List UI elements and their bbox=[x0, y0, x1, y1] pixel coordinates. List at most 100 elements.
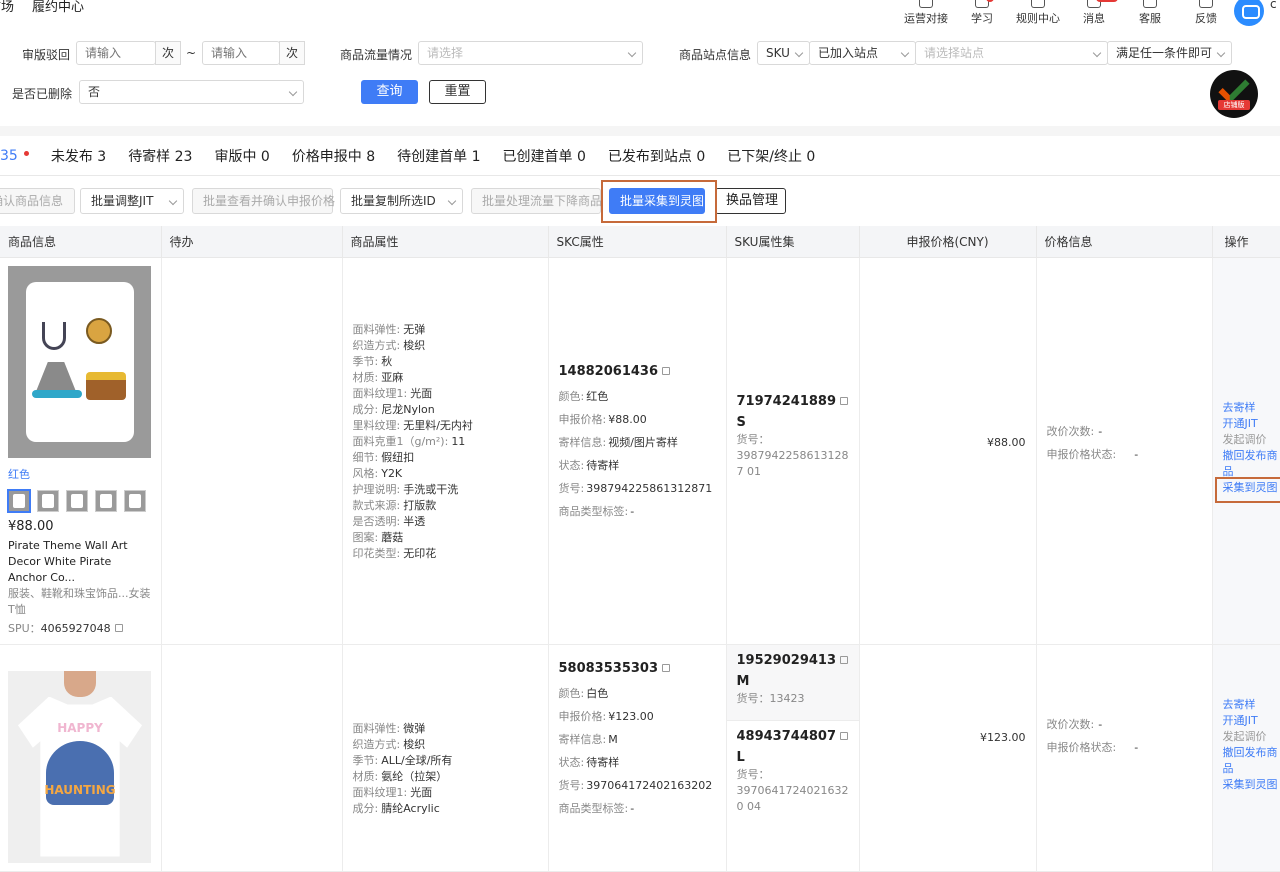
attribute-row: 材质: 氨纶（拉架） bbox=[352, 769, 448, 783]
thumbnail[interactable] bbox=[124, 489, 146, 512]
skc-detail-row: 颜色: 红色 bbox=[558, 389, 609, 403]
reset-button[interactable]: 重置 bbox=[429, 80, 486, 104]
chevron-down-icon bbox=[1216, 48, 1226, 58]
sku-size: L bbox=[736, 749, 745, 765]
learn-button[interactable]: 学习 bbox=[954, 0, 1010, 26]
skc-attrs-cell: 58083535303 颜色: 白色 申报价格: ¥123.00 寄样信息: M 状态: 待寄… bbox=[548, 644, 727, 872]
traffic-label: 商品流量情况 bbox=[340, 48, 413, 62]
traffic-select[interactable]: 请选择 bbox=[418, 41, 643, 65]
sku-type-select[interactable]: SKU bbox=[757, 41, 810, 65]
copy-icon[interactable] bbox=[840, 396, 848, 405]
tab-awaiting-sample[interactable]: 待寄样 23 bbox=[128, 146, 192, 166]
treasure-chest-icon bbox=[86, 371, 126, 400]
condition-select[interactable]: 满足任一条件即可 bbox=[1107, 41, 1232, 65]
batch-jit-select[interactable]: 批量调整JIT bbox=[80, 188, 184, 214]
chevron-down-icon bbox=[794, 48, 804, 58]
thumbnail[interactable] bbox=[66, 489, 88, 512]
attribute-row: 面料克重1（g/m²): 11 bbox=[352, 434, 466, 448]
skc-detail-list: 颜色: 白色 申报价格: ¥123.00 寄样信息: M 状态: 待寄样 货号: 39706417… bbox=[559, 682, 726, 820]
sku-attrs-cell: 71974241889 S 货号： 39879422586131287 01 bbox=[726, 257, 860, 645]
declared-price: ¥123.00 bbox=[980, 730, 1026, 744]
price-change-count: 改价次数: - bbox=[1046, 424, 1103, 438]
tab-all[interactable]: 35 bbox=[0, 148, 29, 164]
top-nav-market[interactable]: 市场 bbox=[0, 0, 14, 16]
messages-button[interactable]: 消息 bbox=[1066, 0, 1122, 26]
batch-traffic-button[interactable]: 批量处理流量下降商品 bbox=[471, 188, 602, 214]
withdraw-publish-link[interactable]: 撤回发布商品 bbox=[1223, 745, 1280, 777]
range-unit-to: 次 bbox=[279, 41, 305, 65]
color-variant-link[interactable]: 红色 bbox=[8, 466, 153, 482]
swap-manage-button[interactable]: 换品管理 bbox=[715, 188, 786, 214]
batch-view-price-button[interactable]: 批量查看并确认申报价格 bbox=[192, 188, 335, 214]
product-image[interactable] bbox=[8, 265, 151, 458]
copy-icon[interactable] bbox=[662, 663, 670, 672]
confirm-info-button[interactable]: 确认商品信息 bbox=[0, 188, 75, 214]
spu-id: SPU：4065927048 bbox=[8, 620, 153, 636]
copy-icon[interactable] bbox=[840, 731, 848, 740]
product-title[interactable]: Pirate Theme Wall Art Decor White Pirate… bbox=[8, 538, 153, 586]
tab-pending-first-order[interactable]: 待创建首单 1 bbox=[397, 146, 480, 166]
thumbnail[interactable] bbox=[8, 489, 30, 512]
actions-cell: 去寄样 开通JIT 发起调价 撤回发布商品 采集到灵图 bbox=[1212, 644, 1280, 872]
tab-in-review[interactable]: 审版中 0 bbox=[214, 146, 269, 166]
attribute-row: 面料纹理1: 光面 bbox=[352, 386, 433, 400]
review-reject-from-input[interactable] bbox=[76, 41, 156, 65]
tab-first-order-created[interactable]: 已创建首单 0 bbox=[503, 146, 586, 166]
site-status-select[interactable]: 已加入站点 bbox=[809, 41, 916, 65]
user-menu[interactable]: c bbox=[1234, 0, 1280, 26]
review-reject-to-input[interactable] bbox=[202, 41, 280, 65]
tab-price-declaring[interactable]: 价格申报中 8 bbox=[292, 146, 375, 166]
thumbnail[interactable] bbox=[37, 489, 59, 512]
withdraw-publish-link[interactable]: 撤回发布商品 bbox=[1223, 448, 1280, 480]
copy-icon[interactable] bbox=[662, 366, 670, 375]
range-separator: ~ bbox=[186, 46, 197, 60]
anchor-icon bbox=[42, 321, 66, 350]
status-tabs: 35 未发布 3 待寄样 23 审版中 0 价格申报中 8 待创建首单 1 已创… bbox=[0, 136, 1280, 176]
customer-service-button[interactable]: 客服 bbox=[1122, 0, 1178, 26]
print-text-bottom: HAUNTING bbox=[44, 782, 116, 797]
initiate-price-adjust-link[interactable]: 发起调价 bbox=[1223, 729, 1280, 745]
copy-icon[interactable] bbox=[114, 623, 123, 632]
site-select[interactable]: 请选择站点 bbox=[915, 41, 1108, 65]
attribute-list: 面料弹性: 微弹 织造方式: 梭织 季节: ALL/全球/所有 材质: 氨纶（拉架） 面料纹理1… bbox=[343, 645, 548, 817]
skc-detail-row: 商品类型标签: - bbox=[558, 504, 635, 518]
shop-logo[interactable]: 店铺版 bbox=[1210, 70, 1258, 118]
attribute-row: 细节: 假纽扣 bbox=[352, 450, 415, 464]
sku-item-no: 货号： 39706417240216320 04 bbox=[736, 767, 849, 813]
attribute-row: 季节: 秋 bbox=[352, 354, 393, 368]
collect-to-lingtu-link[interactable]: 采集到灵图 bbox=[1223, 777, 1280, 793]
tab-unpublished[interactable]: 未发布 3 bbox=[51, 146, 106, 166]
product-image[interactable]: HAPPY HAUNTING bbox=[8, 670, 151, 863]
actions-cell: 去寄样 开通JIT 发起调价 撤回发布商品 采集到灵图 bbox=[1212, 257, 1280, 645]
tab-delisted[interactable]: 已下架/终止 0 bbox=[727, 146, 815, 166]
sku-code: 19529029413 bbox=[737, 653, 851, 668]
sku-item-no: 货号：13423 bbox=[736, 691, 805, 705]
island-icon bbox=[32, 389, 82, 398]
attribute-row: 材质: 亚麻 bbox=[352, 370, 404, 384]
send-sample-link[interactable]: 去寄样 bbox=[1223, 697, 1280, 713]
attribute-row: 面料纹理1: 光面 bbox=[352, 785, 433, 799]
skc-detail-row: 寄样信息: M bbox=[558, 732, 618, 746]
collect-to-lingtu-link[interactable]: 采集到灵图 bbox=[1214, 476, 1280, 503]
col-price-info: 价格信息 bbox=[1036, 226, 1213, 258]
filter-panel: 审版驳回 次 ~ 次 商品流量情况 请选择 商品站点信息 SKU 已加入站点 请… bbox=[0, 30, 1280, 126]
skc-detail-row: 状态: 待寄样 bbox=[558, 458, 620, 472]
rules-center-button[interactable]: 规则中心 bbox=[1010, 0, 1066, 26]
initiate-price-adjust-link[interactable]: 发起调价 bbox=[1223, 432, 1280, 448]
deleted-select[interactable]: 否 bbox=[79, 80, 304, 104]
batch-copy-id-select[interactable]: 批量复制所选ID bbox=[340, 188, 463, 214]
top-nav-fulfillment[interactable]: 履约中心 bbox=[32, 0, 84, 16]
top-icons: 运营对接 学习 规则中心 消息 客服 反馈 c bbox=[898, 0, 1280, 26]
enable-jit-link[interactable]: 开通JIT bbox=[1223, 713, 1280, 729]
query-button[interactable]: 查询 bbox=[361, 80, 418, 104]
chevron-down-icon bbox=[627, 48, 637, 58]
feedback-button[interactable]: 反馈 bbox=[1178, 0, 1234, 26]
enable-jit-link[interactable]: 开通JIT bbox=[1223, 416, 1280, 432]
top-bar: 市场 履约中心 运营对接 学习 规则中心 消息 客服 反馈 c bbox=[0, 0, 1280, 30]
tab-published-to-site[interactable]: 已发布到站点 0 bbox=[608, 146, 705, 166]
copy-icon[interactable] bbox=[840, 655, 848, 664]
range-unit-from: 次 bbox=[155, 41, 181, 65]
send-sample-link[interactable]: 去寄样 bbox=[1223, 400, 1280, 416]
thumbnail[interactable] bbox=[95, 489, 117, 512]
ops-contact-button[interactable]: 运营对接 bbox=[898, 0, 954, 26]
